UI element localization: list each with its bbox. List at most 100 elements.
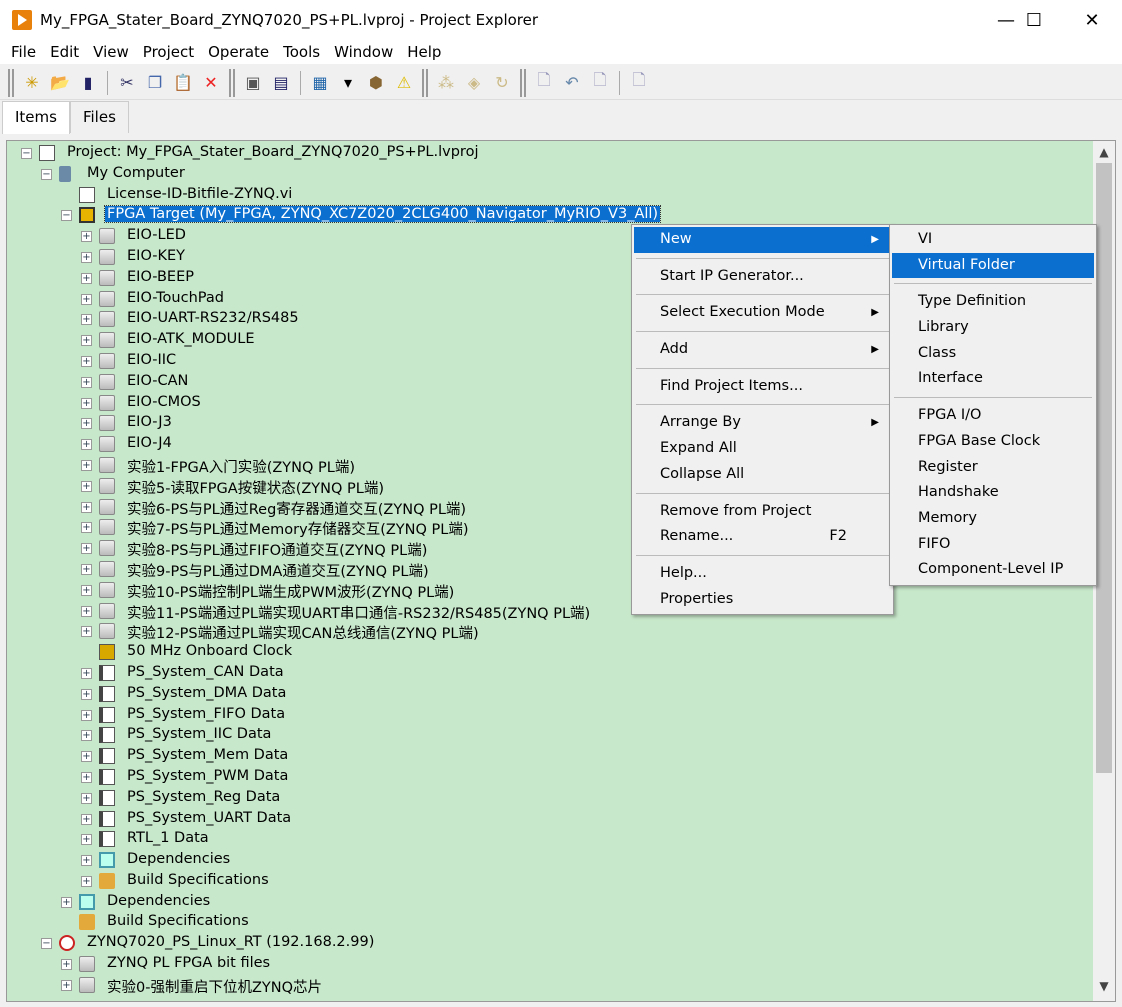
add-file-button[interactable]: 🗋 bbox=[588, 70, 612, 95]
tree-item[interactable]: − My Computer bbox=[7, 164, 1092, 185]
tree-item[interactable]: + PS_System_Mem Data bbox=[7, 746, 1092, 767]
expand-toggle[interactable]: + bbox=[81, 563, 92, 575]
tree-item[interactable]: + PS_System_FIFO Data bbox=[7, 705, 1092, 726]
expand-toggle[interactable]: + bbox=[81, 584, 92, 596]
tree-item[interactable]: + PS_System_DMA Data bbox=[7, 684, 1092, 705]
expand-toggle[interactable]: + bbox=[81, 522, 92, 534]
tree-item[interactable]: 50 MHz Onboard Clock bbox=[7, 642, 1092, 663]
expand-toggle[interactable]: + bbox=[81, 335, 92, 347]
expand-toggle[interactable]: + bbox=[81, 397, 92, 409]
menu-item-help[interactable]: Help... bbox=[634, 561, 891, 587]
expand-toggle[interactable]: + bbox=[81, 376, 92, 388]
menu-item-arrange-by[interactable]: Arrange By ▶ bbox=[634, 410, 891, 436]
expand-toggle[interactable]: + bbox=[81, 459, 92, 471]
tree-item[interactable]: + 实验0-强制重启下位机ZYNQ芯片 bbox=[7, 975, 1092, 996]
collapse-toggle[interactable]: − bbox=[61, 210, 72, 222]
build-button[interactable]: ▣ bbox=[241, 71, 265, 95]
delete-button[interactable]: ✕ bbox=[199, 71, 223, 95]
deploy-button[interactable]: ⬢ bbox=[364, 71, 388, 95]
scroll-down-arrow[interactable]: ▼ bbox=[1093, 979, 1115, 999]
save-target-button[interactable]: ▤ bbox=[269, 71, 293, 95]
expand-toggle[interactable]: + bbox=[81, 251, 92, 263]
collapse-toggle[interactable]: − bbox=[41, 168, 52, 180]
menu-item-class[interactable]: Class bbox=[892, 341, 1094, 367]
tab-files[interactable]: Files bbox=[69, 101, 129, 133]
menu-item-fifo[interactable]: FIFO bbox=[892, 532, 1094, 558]
menu-view[interactable]: View bbox=[86, 43, 136, 61]
expand-toggle[interactable]: + bbox=[81, 813, 92, 825]
menu-item-start-ip-generator[interactable]: Start IP Generator... bbox=[634, 264, 891, 290]
menu-help[interactable]: Help bbox=[400, 43, 448, 61]
scroll-thumb[interactable] bbox=[1096, 163, 1112, 773]
tree-item[interactable]: + Build Specifications bbox=[7, 871, 1092, 892]
tree-item[interactable]: + PS_System_PWM Data bbox=[7, 767, 1092, 788]
cut-button[interactable]: ✂ bbox=[115, 71, 139, 95]
add-item-button[interactable]: 🗋 bbox=[627, 70, 651, 95]
menu-item-find-project-items[interactable]: Find Project Items... bbox=[634, 374, 891, 400]
tree-item[interactable]: + Dependencies bbox=[7, 850, 1092, 871]
expand-toggle[interactable]: + bbox=[81, 439, 92, 451]
expand-toggle[interactable]: + bbox=[81, 501, 92, 513]
tree-item[interactable]: + PS_System_CAN Data bbox=[7, 663, 1092, 684]
expand-toggle[interactable]: + bbox=[61, 896, 72, 908]
tree-item[interactable]: − ZYNQ7020_PS_Linux_RT (192.168.2.99) bbox=[7, 933, 1092, 954]
menu-item-virtual-folder[interactable]: Virtual Folder bbox=[892, 252, 1094, 279]
menu-operate[interactable]: Operate bbox=[201, 43, 276, 61]
resolve-button[interactable]: ⁂ bbox=[434, 71, 458, 95]
check-button[interactable]: 🗋 bbox=[532, 70, 556, 95]
tree-item[interactable]: + Dependencies bbox=[7, 892, 1092, 913]
menu-item-add[interactable]: Add ▶ bbox=[634, 337, 891, 363]
paste-button[interactable]: 📋 bbox=[171, 71, 195, 95]
expand-toggle[interactable]: + bbox=[81, 355, 92, 367]
tree-item[interactable]: + PS_System_UART Data bbox=[7, 809, 1092, 830]
tree-item[interactable]: + PS_System_Reg Data bbox=[7, 788, 1092, 809]
expand-toggle[interactable]: + bbox=[81, 751, 92, 763]
toolbar-grip[interactable] bbox=[520, 68, 526, 97]
menu-tools[interactable]: Tools bbox=[276, 43, 327, 61]
toolbar-grip[interactable] bbox=[422, 68, 428, 97]
toolbar-grip[interactable] bbox=[229, 68, 235, 97]
expand-toggle[interactable]: + bbox=[81, 543, 92, 555]
expand-toggle[interactable]: + bbox=[81, 626, 92, 638]
package-button[interactable]: ◈ bbox=[462, 71, 486, 95]
menu-item-register[interactable]: Register bbox=[892, 455, 1094, 481]
tree-item[interactable]: − Project: My_FPGA_Stater_Board_ZYNQ7020_… bbox=[7, 143, 1092, 164]
menu-item-new[interactable]: New ▶ bbox=[634, 227, 891, 253]
tree-item[interactable]: + 实验12-PS端通过PL端实现CAN总线通信(ZYNQ PL端) bbox=[7, 621, 1092, 642]
expand-toggle[interactable]: + bbox=[61, 959, 72, 971]
undo-button[interactable]: ↶ bbox=[560, 71, 584, 95]
copy-button[interactable]: ❐ bbox=[143, 71, 167, 95]
expand-toggle[interactable]: + bbox=[81, 875, 92, 887]
expand-toggle[interactable]: + bbox=[81, 314, 92, 326]
menu-item-interface[interactable]: Interface bbox=[892, 366, 1094, 392]
tree-item[interactable]: Build Specifications bbox=[7, 912, 1092, 933]
tree-item[interactable]: + RTL_1 Data bbox=[7, 829, 1092, 850]
save-all-button[interactable]: ▮ bbox=[76, 71, 100, 95]
menu-item-fpga-base-clock[interactable]: FPGA Base Clock bbox=[892, 429, 1094, 455]
maximize-button[interactable]: ☐ bbox=[1006, 0, 1062, 40]
expand-toggle[interactable]: + bbox=[81, 418, 92, 430]
expand-toggle[interactable]: + bbox=[81, 709, 92, 721]
warning-button[interactable]: ⚠ bbox=[392, 71, 416, 95]
menu-item-vi[interactable]: VI bbox=[892, 227, 1094, 253]
menu-item-fpga-i-o[interactable]: FPGA I/O bbox=[892, 403, 1094, 429]
expand-toggle[interactable]: + bbox=[81, 855, 92, 867]
expand-toggle[interactable]: + bbox=[81, 792, 92, 804]
menu-item-remove-from-project[interactable]: Remove from Project bbox=[634, 499, 891, 525]
menu-file[interactable]: File bbox=[4, 43, 43, 61]
menu-item-collapse-all[interactable]: Collapse All bbox=[634, 462, 891, 488]
expand-toggle[interactable]: + bbox=[81, 293, 92, 305]
tab-items[interactable]: Items bbox=[2, 101, 70, 134]
tree-item[interactable]: + PS_System_IIC Data bbox=[7, 725, 1092, 746]
tree-item[interactable]: + ZYNQ PL FPGA bit files bbox=[7, 954, 1092, 975]
toolbar-grip[interactable] bbox=[8, 68, 14, 97]
menu-item-memory[interactable]: Memory bbox=[892, 506, 1094, 532]
menu-item-rename[interactable]: Rename... F2 bbox=[634, 524, 891, 550]
expand-toggle[interactable]: + bbox=[81, 834, 92, 846]
tree-item[interactable]: License-ID-Bitfile-ZYNQ.vi bbox=[7, 185, 1092, 206]
expand-toggle[interactable]: + bbox=[81, 272, 92, 284]
expand-toggle[interactable]: + bbox=[61, 979, 72, 991]
menu-edit[interactable]: Edit bbox=[43, 43, 86, 61]
menu-project[interactable]: Project bbox=[136, 43, 201, 61]
expand-toggle[interactable]: + bbox=[81, 605, 92, 617]
